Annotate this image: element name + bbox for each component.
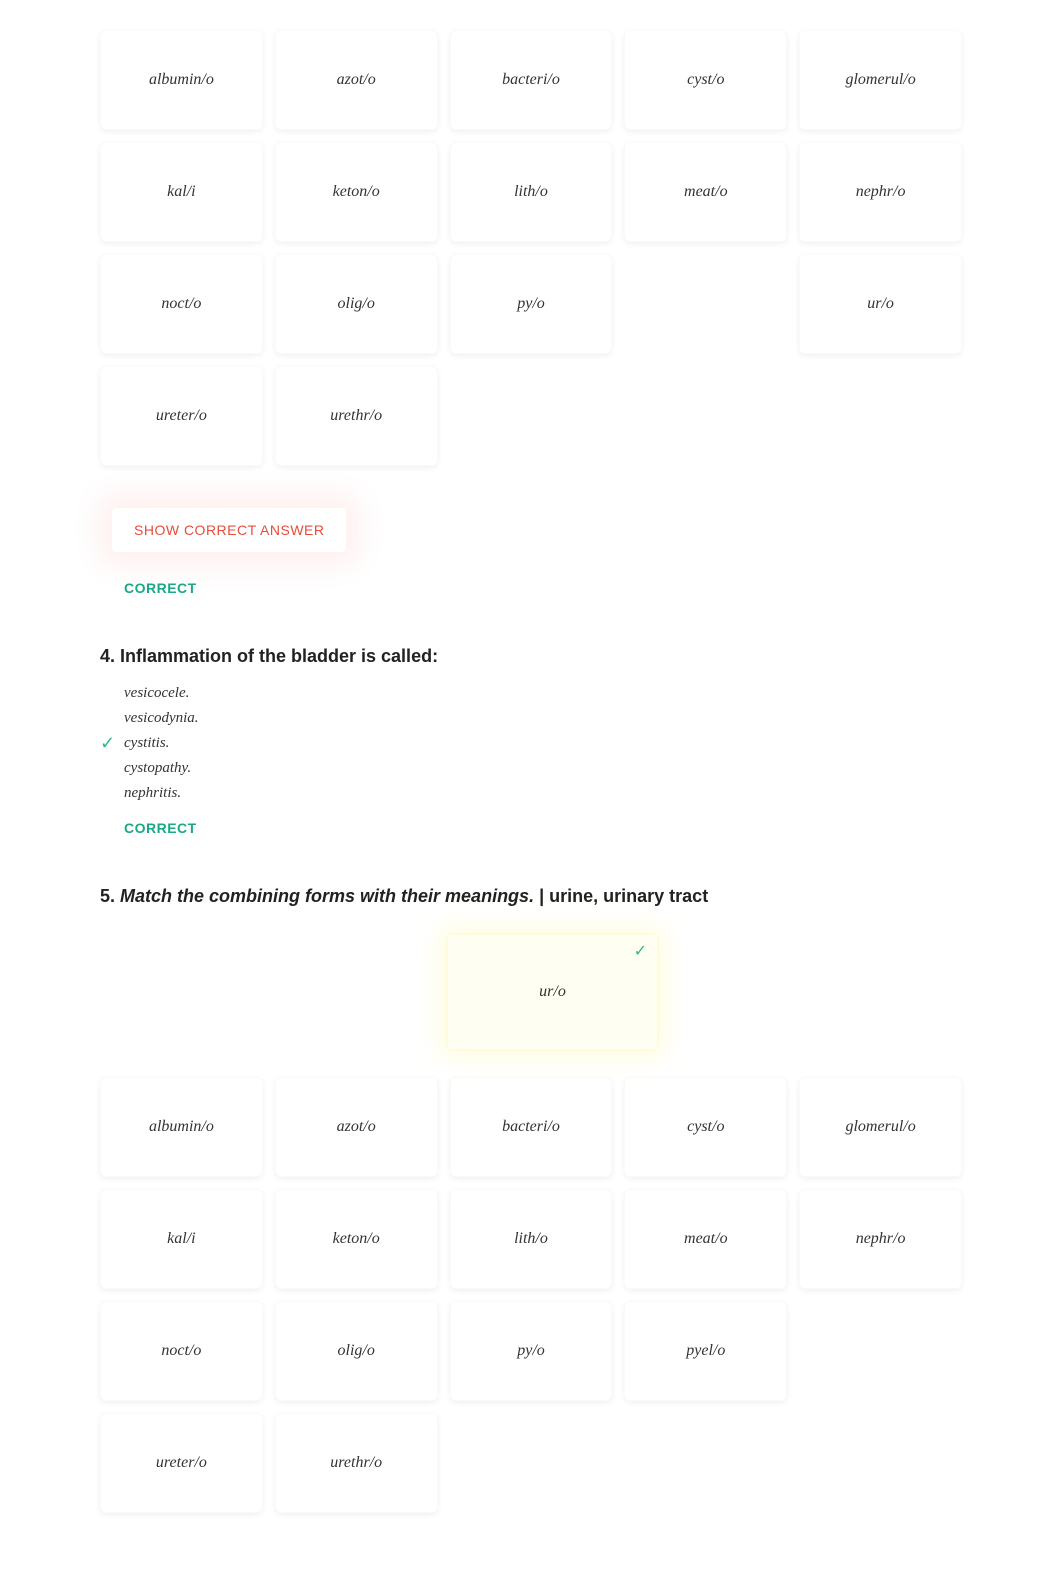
combining-form-tile[interactable]: olig/o	[275, 1301, 438, 1401]
option-label: nephritis.	[124, 785, 181, 802]
question-number: 5.	[100, 886, 115, 906]
option-cystitis[interactable]: ✓cystitis.	[124, 735, 962, 752]
status-correct: CORRECT	[124, 580, 962, 596]
option-cystopathy[interactable]: cystopathy.	[124, 760, 962, 777]
combining-form-tile[interactable]: pyel/o	[624, 1301, 787, 1401]
combining-form-tile[interactable]: albumin/o	[100, 1077, 263, 1177]
combining-form-tile[interactable]: urethr/o	[275, 366, 438, 466]
status-correct: CORRECT	[124, 820, 962, 836]
question-prompt-tail: urine, urinary tract	[549, 886, 708, 906]
combining-form-tile[interactable]: py/o	[450, 254, 613, 354]
combining-form-tile[interactable]: kal/i	[100, 1189, 263, 1289]
combining-form-tile[interactable]: nephr/o	[799, 1189, 962, 1289]
combining-form-tile[interactable]: noct/o	[100, 254, 263, 354]
combining-form-tile[interactable]: meat/o	[624, 142, 787, 242]
question-prompt-lead: Match the combining forms with their mea…	[120, 886, 534, 906]
combining-form-tile[interactable]: lith/o	[450, 142, 613, 242]
combining-form-tile[interactable]: kal/i	[100, 142, 263, 242]
combining-form-tile[interactable]: azot/o	[275, 1077, 438, 1177]
option-vesicodynia[interactable]: vesicodynia.	[124, 710, 962, 727]
show-correct-answer-button[interactable]: SHOW CORRECT ANSWER	[112, 508, 346, 552]
combining-form-tile[interactable]: keton/o	[275, 142, 438, 242]
combining-form-tile[interactable]: bacteri/o	[450, 1077, 613, 1177]
combining-form-tile[interactable]: olig/o	[275, 254, 438, 354]
combining-form-tile[interactable]: azot/o	[275, 30, 438, 130]
dropzone-value: ur/o	[539, 983, 566, 1001]
option-label: vesicocele.	[124, 685, 189, 702]
matching-dropzone[interactable]: ✓ ur/o	[446, 933, 659, 1051]
combining-form-tile[interactable]: meat/o	[624, 1189, 787, 1289]
question-4-heading: 4. Inflammation of the bladder is called…	[100, 646, 962, 667]
combining-form-tile[interactable]: nephr/o	[799, 142, 962, 242]
check-icon: ✓	[100, 733, 115, 754]
question-5-heading: 5. Match the combining forms with their …	[100, 886, 962, 907]
combining-form-tile[interactable]: ureter/o	[100, 1413, 263, 1513]
option-vesicocele[interactable]: vesicocele.	[124, 685, 962, 702]
option-nephritis[interactable]: nephritis.	[124, 785, 962, 802]
combining-form-tile[interactable]: urethr/o	[275, 1413, 438, 1513]
option-label: cystopathy.	[124, 760, 191, 777]
combining-form-tile[interactable]: glomerul/o	[799, 1077, 962, 1177]
combining-form-tile[interactable]: cyst/o	[624, 1077, 787, 1177]
combining-form-tile[interactable]: keton/o	[275, 1189, 438, 1289]
tile-grid-2: albumin/o azot/o bacteri/o cyst/o glomer…	[100, 1077, 962, 1513]
question-4-options: vesicocele. vesicodynia. ✓cystitis. cyst…	[100, 685, 962, 802]
tile-grid-1: albumin/o azot/o bacteri/o cyst/o glomer…	[100, 30, 962, 466]
dropzone-row: ✓ ur/o	[100, 933, 962, 1051]
combining-form-tile[interactable]: ureter/o	[100, 366, 263, 466]
combining-form-tile[interactable]: cyst/o	[624, 30, 787, 130]
combining-form-tile[interactable]: py/o	[450, 1301, 613, 1401]
option-label: cystitis.	[124, 735, 169, 752]
combining-form-tile[interactable]: glomerul/o	[799, 30, 962, 130]
combining-form-tile[interactable]: ur/o	[799, 254, 962, 354]
option-label: vesicodynia.	[124, 710, 199, 727]
combining-form-tile[interactable]: noct/o	[100, 1301, 263, 1401]
combining-form-tile[interactable]: bacteri/o	[450, 30, 613, 130]
combining-form-tile[interactable]: albumin/o	[100, 30, 263, 130]
combining-form-tile[interactable]: lith/o	[450, 1189, 613, 1289]
check-icon: ✓	[634, 941, 647, 961]
